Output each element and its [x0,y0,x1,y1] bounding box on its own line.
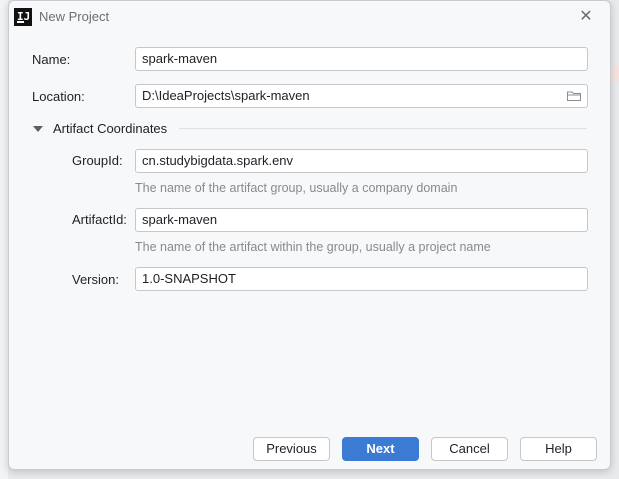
location-input[interactable]: D:\IdeaProjects\spark-maven [135,84,588,108]
version-label: Version: [72,272,119,287]
chevron-down-icon [33,126,43,132]
name-label: Name: [32,52,71,67]
close-icon[interactable]: ✕ [576,7,596,27]
window-title: New Project [39,9,110,24]
artifact-coordinates-label: Artifact Coordinates [53,121,168,136]
artifactid-hint: The name of the artifact within the grou… [135,240,491,254]
new-project-dialog: IJ New Project ✕ Name: spark-maven Locat… [8,0,611,470]
previous-button[interactable]: Previous [253,437,330,461]
groupid-input[interactable]: cn.studybigdata.spark.env [135,149,588,173]
intellij-app-icon: IJ [14,8,32,26]
location-label: Location: [32,89,85,104]
background-editor-edge [0,0,8,479]
cancel-button[interactable]: Cancel [431,437,508,461]
groupid-hint: The name of the artifact group, usually … [135,181,458,195]
groupid-label: GroupId: [72,153,123,168]
version-input[interactable]: 1.0-SNAPSHOT [135,267,588,291]
name-input[interactable]: spark-maven [135,47,588,71]
section-divider [179,128,587,129]
title-bar: IJ New Project ✕ [9,1,610,33]
artifactid-input[interactable]: spark-maven [135,208,588,232]
next-button[interactable]: Next [342,437,419,461]
artifactid-label: ArtifactId: [72,212,127,227]
background-highlight [611,66,619,82]
location-value: D:\IdeaProjects\spark-maven [142,88,310,103]
help-button[interactable]: Help [520,437,597,461]
folder-icon[interactable] [567,91,581,101]
